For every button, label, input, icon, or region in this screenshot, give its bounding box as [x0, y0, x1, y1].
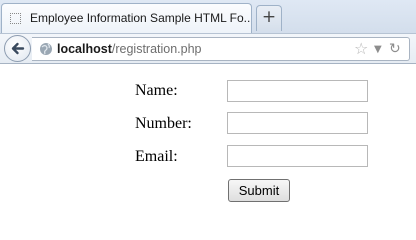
email-label: Email:: [135, 148, 178, 165]
blank-page-icon: [10, 13, 21, 24]
tab-strip: Employee Information Sample HTML Fo... +: [0, 0, 416, 33]
dropdown-arrow-icon[interactable]: ▼: [374, 42, 382, 58]
back-arrow-icon: [11, 42, 25, 55]
back-button[interactable]: [4, 35, 31, 62]
number-label: Number:: [135, 115, 192, 132]
new-tab-button[interactable]: +: [256, 5, 282, 31]
address-bar[interactable]: localhost/registration.php ☆ ▼ ↻: [32, 37, 410, 61]
submit-button[interactable]: Submit: [228, 179, 290, 202]
browser-tab[interactable]: Employee Information Sample HTML Fo...: [1, 3, 252, 33]
name-input[interactable]: [227, 80, 368, 102]
globe-icon: [40, 43, 52, 55]
reload-icon[interactable]: ↻: [389, 40, 401, 58]
url-text: localhost/registration.php: [57, 42, 202, 56]
email-input[interactable]: [227, 145, 368, 167]
number-input[interactable]: [227, 112, 368, 134]
url-host: localhost: [57, 42, 112, 56]
tab-title: Employee Information Sample HTML Fo...: [30, 11, 250, 25]
url-path: /registration.php: [111, 42, 202, 56]
bookmark-star-icon[interactable]: ☆: [354, 40, 368, 58]
name-label: Name:: [135, 82, 178, 99]
navigation-bar: localhost/registration.php ☆ ▼ ↻: [0, 33, 416, 64]
